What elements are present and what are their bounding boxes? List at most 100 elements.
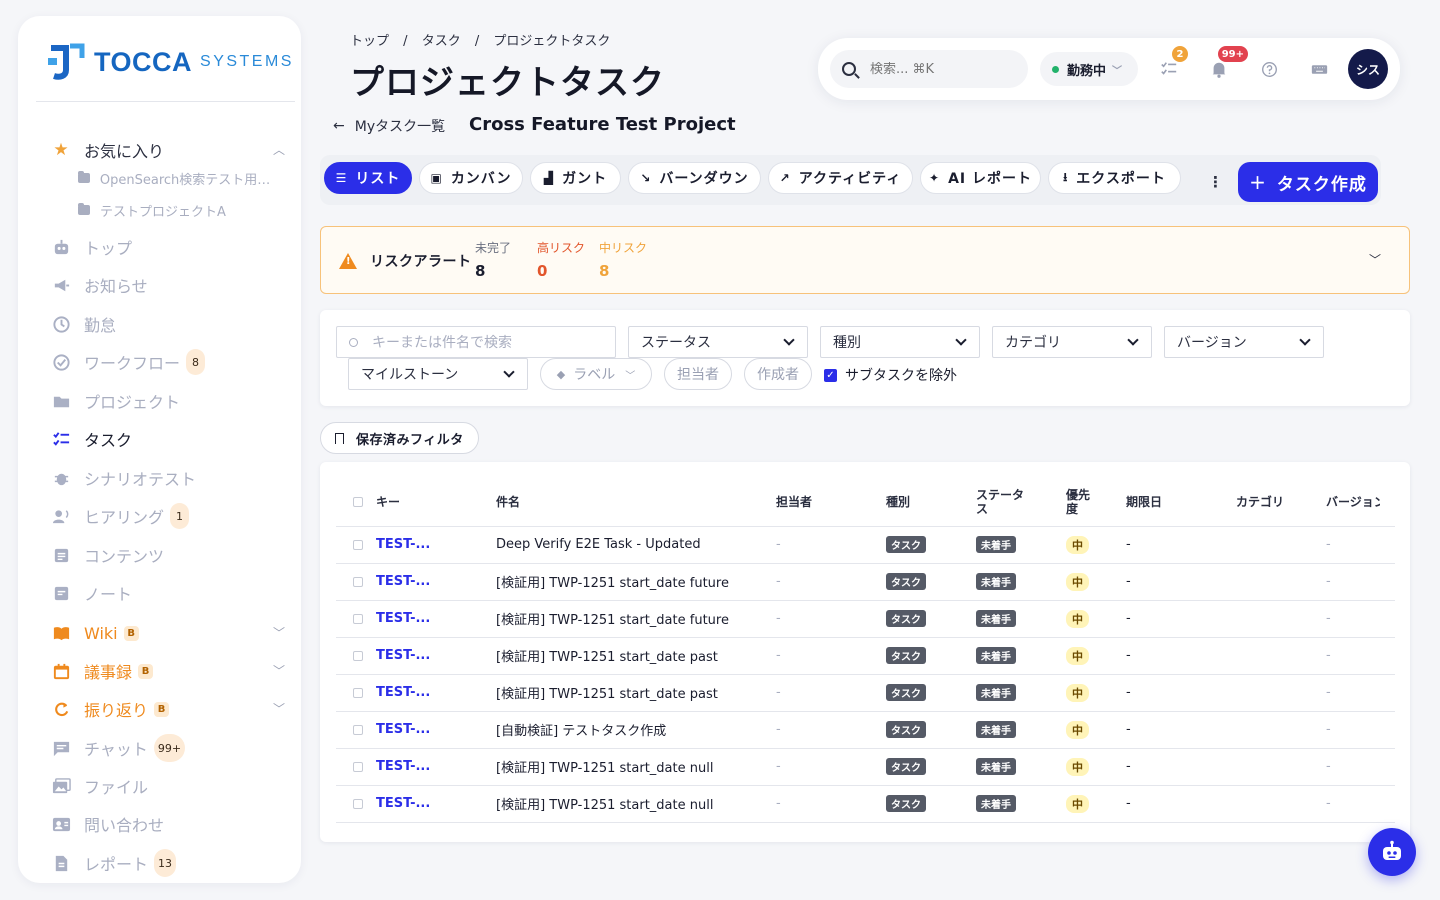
sidebar-item-news[interactable]: お知らせ [50,268,285,302]
column-header-status[interactable]: ステータス [976,478,1066,527]
task-key-link[interactable]: TEST-... [376,685,430,700]
sidebar-item-contents[interactable]: コンテンツ [50,538,285,572]
status-select[interactable]: ステータス [628,326,808,358]
version-select[interactable]: バージョン [1164,326,1324,358]
task-key-link[interactable]: TEST-... [376,759,430,774]
task-subject[interactable]: [検証用] TWP-1251 start_date past [496,650,718,665]
task-subject[interactable]: [検証用] TWP-1251 start_date future [496,613,729,628]
row-checkbox[interactable] [353,539,363,550]
task-subject[interactable]: Deep Verify E2E Task - Updated [496,537,701,552]
task-key-link[interactable]: TEST-... [376,722,430,737]
tab-list[interactable]: ☰ リスト [324,162,412,194]
help-icon[interactable] [1258,58,1280,80]
chatbot-fab-button[interactable] [1368,828,1416,876]
table-row[interactable]: TEST-... [自動検証] テストタスク作成 - タスク 未着手 中 - - [336,711,1395,749]
back-to-my-tasks-link[interactable]: ← Myタスク一覧 [333,116,445,136]
sidebar-item-files[interactable]: ファイル [50,769,285,803]
task-key-link[interactable]: TEST-... [376,648,430,663]
global-search-input[interactable] [870,61,1020,77]
task-subject[interactable]: [検証用] TWP-1251 start_date past [496,687,718,702]
task-key-link[interactable]: TEST-... [376,537,430,552]
chevron-up-icon[interactable]: ︿ [273,141,285,158]
tab-ai-report[interactable]: ✦ AI レポート [920,162,1041,194]
sidebar-item-task[interactable]: タスク [50,422,285,456]
favorite-item-test-project-a[interactable]: テストプロジェクトA [78,197,281,223]
chevron-down-icon[interactable]: ﹀ [273,662,285,679]
row-checkbox[interactable] [353,650,363,661]
favorite-item-opensearch[interactable]: OpenSearch検索テスト用プ... [78,165,281,191]
task-key-link[interactable]: TEST-... [376,574,430,589]
column-header-version[interactable]: バージョン [1326,478,1395,527]
tab-activity[interactable]: ↗ アクティビティ [768,162,913,194]
sidebar-item-scenario-test[interactable]: シナリオテスト [50,461,285,495]
row-select-cell[interactable] [336,674,376,712]
saved-filters-button[interactable]: 保存済みフィルタ [320,422,479,454]
sidebar-item-minutes[interactable]: 議事録 B ﹀ [50,654,285,688]
table-row[interactable]: TEST-... [検証用] TWP-1251 start_date null - タ… [336,785,1395,823]
task-key-link[interactable]: TEST-... [376,611,430,626]
row-select-cell[interactable] [336,526,376,564]
column-header-category[interactable]: カテゴリ [1236,478,1326,527]
sidebar-item-project[interactable]: プロジェクト [50,384,285,418]
table-row[interactable]: TEST-... [検証用] TWP-1251 start_date future… [336,600,1395,638]
sidebar-item-hearing[interactable]: ヒアリング 1 [50,499,285,533]
column-header-subject[interactable]: 件名 [496,478,776,527]
task-key-link[interactable]: TEST-... [376,796,430,811]
creator-filter-button[interactable]: 作成者 [744,358,812,390]
sidebar-item-chat[interactable]: チャット 99+ [50,731,285,765]
work-status-dropdown[interactable]: 勤務中 ﹀ [1040,52,1138,86]
sidebar-item-workflow[interactable]: ワークフロー 8 [50,345,285,379]
breadcrumb-task[interactable]: タスク [422,34,461,49]
row-select-cell[interactable] [336,711,376,749]
row-select-cell[interactable] [336,600,376,638]
column-header-type[interactable]: 種別 [886,478,976,527]
row-checkbox[interactable] [353,576,363,587]
label-filter-button[interactable]: ◆ ラベル ﹀ [540,358,652,390]
filter-search-input[interactable]: キーまたは件名で検索 [336,326,616,358]
row-checkbox[interactable] [353,761,363,772]
row-select-cell[interactable] [336,637,376,675]
my-tasks-icon[interactable]: 2 [1158,46,1188,80]
table-row[interactable]: TEST-... Deep Verify E2E Task - Updated - タ… [336,526,1395,564]
create-task-button[interactable]: + タスク作成 [1238,162,1378,202]
milestone-select[interactable]: マイルストーン [348,358,528,390]
checkbox-checked-icon[interactable]: ✓ [824,368,837,382]
tab-export[interactable]: ⭳ エクスポート [1048,162,1181,194]
exclude-subtasks-checkbox[interactable]: ✓ サブタスクを除外 [824,365,957,385]
task-subject[interactable]: [自動検証] テストタスク作成 [496,724,666,739]
column-header-assignee[interactable]: 担当者 [776,478,886,527]
select-all-cell[interactable] [336,478,376,527]
chevron-down-icon[interactable]: ﹀ [1369,251,1381,268]
chevron-down-icon[interactable]: ﹀ [273,700,285,717]
sidebar-item-retrospective[interactable]: 振り返り B ﹀ [50,692,285,726]
sidebar-item-inquiry[interactable]: 問い合わせ [50,807,285,841]
row-checkbox[interactable] [353,798,363,809]
table-row[interactable]: TEST-... [検証用] TWP-1251 start_date past - タ… [336,674,1395,712]
sidebar-item-attendance[interactable]: 勤怠 [50,307,285,341]
bell-icon[interactable]: 99+ [1208,46,1248,80]
table-row[interactable]: TEST-... [検証用] TWP-1251 start_date null - タ… [336,748,1395,786]
sidebar-item-report[interactable]: レポート 13 [50,846,285,880]
task-subject[interactable]: [検証用] TWP-1251 start_date null [496,761,713,776]
risk-alert-panel[interactable]: リスクアラート 未完了 8 高リスク 0 中リスク 8 ﹀ [320,226,1410,294]
tab-gantt[interactable]: ▟ ガント [530,162,621,194]
column-header-key[interactable]: キー [376,478,496,527]
table-row[interactable]: TEST-... [検証用] TWP-1251 start_date past - タ… [336,637,1395,675]
row-select-cell[interactable] [336,748,376,786]
row-checkbox[interactable] [353,687,363,698]
row-select-cell[interactable] [336,785,376,823]
select-all-checkbox[interactable] [353,496,363,507]
assignee-filter-button[interactable]: 担当者 [664,358,732,390]
tab-burndown[interactable]: ↘ バーンダウン [628,162,761,194]
sidebar-item-wiki[interactable]: Wiki B ﹀ [50,616,285,650]
logo[interactable]: TOCCA SYSTEMS [48,42,294,82]
breadcrumb-top[interactable]: トップ [350,34,389,49]
task-subject[interactable]: [検証用] TWP-1251 start_date future [496,576,729,591]
chevron-down-icon[interactable]: ﹀ [273,624,285,641]
tab-kanban[interactable]: ▣ カンバン [419,162,523,194]
user-avatar[interactable]: シス [1348,49,1388,89]
row-checkbox[interactable] [353,613,363,624]
task-subject[interactable]: [検証用] TWP-1251 start_date null [496,798,713,813]
column-header-due-date[interactable]: 期限日 [1126,478,1236,527]
row-checkbox[interactable] [353,724,363,735]
